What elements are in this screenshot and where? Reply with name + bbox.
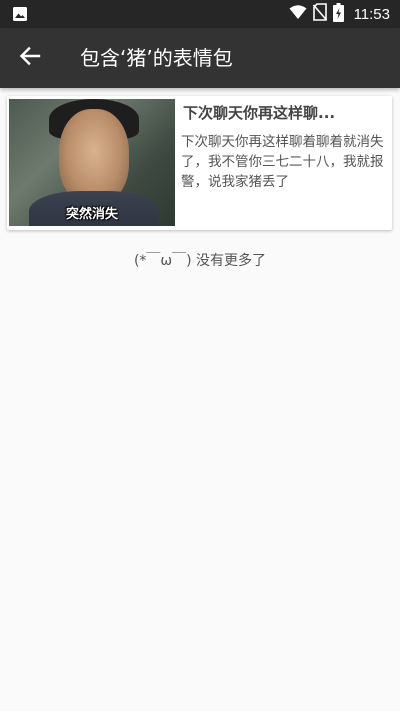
thumbnail-face-shape (59, 109, 129, 204)
no-sim-icon (312, 3, 327, 25)
back-button[interactable] (10, 38, 50, 78)
page-title: 包含‘猪’的表情包 (80, 46, 233, 70)
image-notification-icon (12, 6, 28, 26)
battery-charging-icon (332, 2, 344, 26)
result-title: 下次聊天你再这样聊... (183, 104, 336, 122)
app-bar: 包含‘猪’的表情包 (0, 28, 400, 88)
status-time: 11:53 (353, 5, 390, 23)
meme-thumbnail[interactable]: 突然消失 (9, 99, 175, 226)
meme-caption: 突然消失 (65, 207, 118, 222)
status-icons: 11:53 (289, 0, 390, 28)
arrow-back-icon (19, 45, 41, 71)
result-description: 下次聊天你再这样聊着聊着就消失了，我不管你三七二十八，我就报警，说我家猪丢了 (181, 134, 384, 190)
result-card[interactable]: 突然消失 下次聊天你再这样聊... 下次聊天你再这样聊着聊着就消失了，我不管你三… (7, 96, 392, 230)
wifi-icon (289, 4, 307, 24)
no-more-text: (*￣ω￣) 没有更多了 (133, 253, 267, 269)
status-bar: 11:53 (0, 0, 400, 28)
